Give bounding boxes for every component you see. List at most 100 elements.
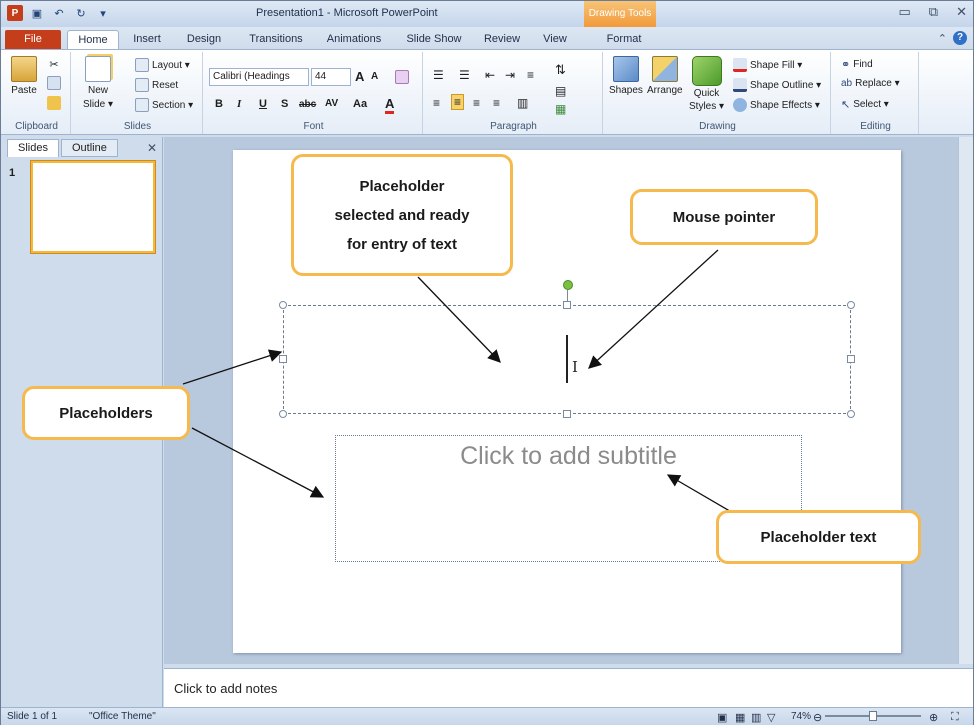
shape-outline-button[interactable]: Shape Outline ▾ <box>733 78 821 92</box>
slides-group: New Slide ▾ Layout ▾ Reset Section ▾ Sli… <box>73 52 203 134</box>
minimize-icon[interactable]: ▭ <box>899 4 911 20</box>
new-slide-icon <box>85 56 112 82</box>
text-direction-icon[interactable]: ⇅ <box>555 62 566 78</box>
resize-handle-bottom-left[interactable] <box>279 410 287 418</box>
tab-design[interactable]: Design <box>181 30 227 49</box>
font-name-combo[interactable]: Calibri (Headings <box>209 68 309 86</box>
resize-handle-top-left[interactable] <box>279 301 287 309</box>
pane-tabs: Slides Outline <box>7 139 159 157</box>
tab-transitions[interactable]: Transitions <box>241 30 311 49</box>
arrange-button[interactable]: Arrange <box>647 56 683 96</box>
notes-pane[interactable]: Click to add notes <box>164 668 973 707</box>
find-button[interactable]: ⚭ Find <box>841 58 873 71</box>
decrease-indent-icon[interactable]: ⇤ <box>485 68 495 82</box>
align-right-icon[interactable]: ≡ <box>473 96 480 110</box>
resize-handle-top-right[interactable] <box>847 301 855 309</box>
help-icon[interactable]: ? <box>953 31 967 45</box>
vertical-scrollbar[interactable] <box>958 137 973 664</box>
drawing-group: Shapes Arrange Quick Styles ▾ Shape Fill… <box>605 52 831 134</box>
character-spacing-button[interactable]: AV <box>325 98 338 109</box>
tab-review[interactable]: Review <box>479 30 525 49</box>
binoculars-icon: ⚭ <box>841 59 851 71</box>
underline-button[interactable]: U <box>259 98 267 110</box>
slide-show-icon[interactable]: ▽ <box>767 711 775 724</box>
section-button[interactable]: Section ▾ <box>135 98 193 112</box>
text-shadow-button[interactable]: S <box>281 98 288 110</box>
tab-file[interactable]: File <box>5 30 61 49</box>
shape-effects-button[interactable]: Shape Effects ▾ <box>733 98 820 112</box>
tab-animations[interactable]: Animations <box>321 30 387 49</box>
zoom-in-icon[interactable]: ⊕ <box>929 711 938 724</box>
line-spacing-icon[interactable]: ≡ <box>527 68 534 82</box>
shape-effects-icon <box>733 98 747 112</box>
tab-outline[interactable]: Outline <box>60 139 118 157</box>
select-button[interactable]: ↖ Select ▾ <box>841 98 889 111</box>
close-pane-icon[interactable]: ✕ <box>147 141 157 155</box>
drawing-group-label: Drawing <box>699 121 736 132</box>
restore-icon[interactable]: ⧉ <box>929 4 938 20</box>
reading-view-icon[interactable]: ▥ <box>751 711 761 724</box>
close-icon[interactable]: ✕ <box>956 4 967 20</box>
resize-handle-bottom[interactable] <box>563 410 571 418</box>
redo-icon[interactable]: ↻ <box>73 5 89 21</box>
tab-format[interactable]: Format <box>601 30 647 49</box>
rotation-handle[interactable] <box>563 280 573 290</box>
italic-button[interactable]: I <box>237 98 241 110</box>
replace-icon: ab <box>841 78 853 89</box>
shrink-font-button[interactable]: A <box>371 71 378 82</box>
resize-handle-left[interactable] <box>279 355 287 363</box>
replace-button[interactable]: ab Replace ▾ <box>841 78 900 89</box>
quick-styles-button[interactable]: Quick Styles ▾ <box>689 56 724 112</box>
center-icon[interactable]: ≡ <box>451 94 465 110</box>
window-title: Presentation1 - Microsoft PowerPoint <box>256 7 438 19</box>
zoom-out-icon[interactable]: ⊖ <box>813 711 822 724</box>
clipboard-group-label: Clipboard <box>15 121 58 132</box>
shape-fill-button[interactable]: Shape Fill ▾ <box>733 58 802 72</box>
strikethrough-button[interactable]: abc <box>299 99 316 110</box>
save-icon[interactable]: ▣ <box>29 5 45 21</box>
bullets-icon[interactable]: ☰ <box>433 68 444 82</box>
slide-thumbnail[interactable] <box>31 161 155 253</box>
cut-icon[interactable]: ✂ <box>47 58 61 72</box>
slide-sorter-icon[interactable]: ▦ <box>735 711 745 724</box>
zoom-level[interactable]: 74% <box>791 711 811 722</box>
tab-slide-show[interactable]: Slide Show <box>401 30 467 49</box>
editing-group: ⚭ Find ab Replace ▾ ↖ Select ▾ Editing <box>833 52 919 134</box>
fit-slide-icon[interactable]: ⛶ <box>951 711 959 724</box>
copy-icon[interactable] <box>47 76 61 90</box>
bold-button[interactable]: B <box>215 98 223 110</box>
format-painter-icon[interactable] <box>47 96 61 110</box>
layout-button[interactable]: Layout ▾ <box>135 58 190 72</box>
tab-view[interactable]: View <box>535 30 575 49</box>
grow-font-button[interactable]: A <box>355 69 364 84</box>
tab-home[interactable]: Home <box>67 30 119 49</box>
customize-qat-icon[interactable]: ▾ <box>95 5 111 21</box>
align-left-icon[interactable]: ≡ <box>433 96 440 110</box>
change-case-button[interactable]: Aa <box>353 98 367 110</box>
font-size-combo[interactable]: 44 <box>311 68 351 86</box>
tab-slides[interactable]: Slides <box>7 139 59 157</box>
numbering-icon[interactable]: ☰ <box>459 68 470 82</box>
minimize-ribbon-icon[interactable]: ⌃ <box>938 32 947 45</box>
callout-placeholders: Placeholders <box>22 386 190 440</box>
undo-icon[interactable]: ↶ <box>51 5 67 21</box>
reset-button[interactable]: Reset <box>135 78 178 92</box>
increase-indent-icon[interactable]: ⇥ <box>505 68 515 82</box>
new-slide-button[interactable]: New Slide ▾ <box>83 56 113 110</box>
powerpoint-logo-icon[interactable]: P <box>7 5 23 21</box>
font-color-button[interactable]: A <box>385 96 395 114</box>
zoom-slider-thumb[interactable] <box>869 711 877 721</box>
resize-handle-right[interactable] <box>847 355 855 363</box>
smartart-icon[interactable]: ▦ <box>555 102 566 116</box>
tab-insert[interactable]: Insert <box>125 30 169 49</box>
columns-icon[interactable]: ▥ <box>517 96 528 110</box>
shapes-button[interactable]: Shapes <box>609 56 643 96</box>
theme-name: "Office Theme" <box>89 711 156 722</box>
paste-button[interactable]: Paste <box>11 56 37 96</box>
resize-handle-top[interactable] <box>563 301 571 309</box>
justify-icon[interactable]: ≡ <box>493 96 500 110</box>
align-text-icon[interactable]: ▤ <box>555 84 566 98</box>
resize-handle-bottom-right[interactable] <box>847 410 855 418</box>
clear-formatting-icon[interactable] <box>395 70 409 84</box>
normal-view-icon[interactable]: ▣ <box>717 711 727 724</box>
